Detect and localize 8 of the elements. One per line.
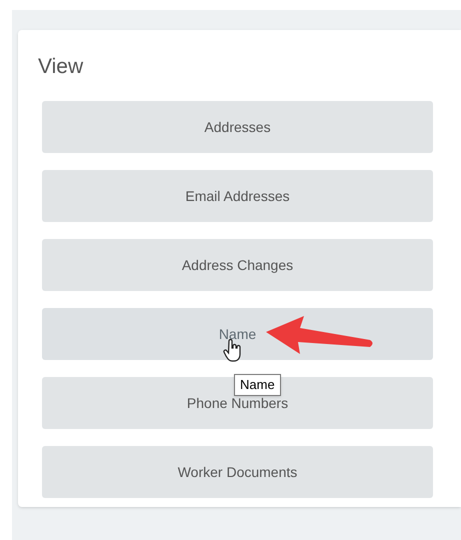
pointer-hand-icon [223, 339, 243, 363]
view-button[interactable]: Address Changes [42, 239, 433, 291]
panel-title: View [38, 54, 84, 79]
view-button[interactable]: Email Addresses [42, 170, 433, 222]
view-button[interactable]: Addresses [42, 101, 433, 153]
view-button[interactable]: Name [42, 308, 433, 360]
view-button[interactable]: Worker Documents [42, 446, 433, 498]
tooltip: Name [234, 374, 281, 396]
